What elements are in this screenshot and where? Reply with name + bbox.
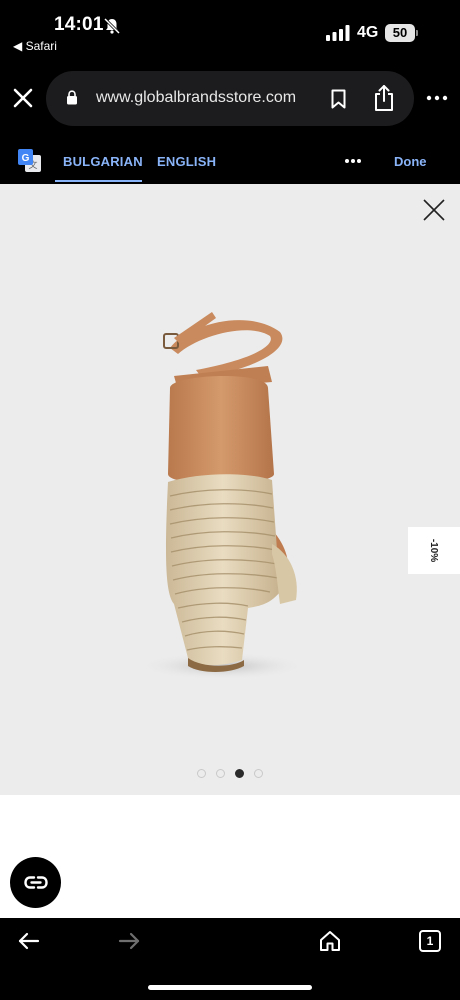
- share-icon[interactable]: [373, 84, 395, 112]
- tab-count-button[interactable]: 1: [419, 930, 441, 952]
- battery-tip: [416, 30, 418, 36]
- gallery-dot-3[interactable]: [235, 769, 244, 778]
- translate-more-icon[interactable]: [344, 158, 362, 164]
- gallery-dot-4[interactable]: [254, 769, 263, 778]
- gallery-close-icon[interactable]: [422, 198, 446, 222]
- network-type: 4G: [357, 24, 379, 41]
- chat-fab-button[interactable]: [10, 857, 61, 908]
- bell-muted-icon: [103, 17, 121, 35]
- discount-text: -10%: [428, 538, 440, 563]
- battery-level: 50: [385, 24, 415, 42]
- discount-badge-text-wrap: -10%: [408, 527, 460, 574]
- google-translate-icon: 文 G: [18, 149, 41, 172]
- battery-icon: 50: [385, 24, 418, 42]
- discount-badge[interactable]: -10%: [408, 527, 460, 574]
- bottom-toolbar: 1: [0, 918, 460, 1000]
- back-arrow-icon[interactable]: [18, 932, 40, 950]
- home-indicator: [148, 985, 312, 990]
- lock-icon: [67, 90, 77, 105]
- link-chain-icon: [24, 876, 48, 889]
- tab-english[interactable]: ENGLISH: [157, 154, 216, 169]
- bookmark-icon[interactable]: [330, 89, 347, 109]
- browser-window: 14:01 ◀ Safari 4G 50 www.globalbrandssto…: [0, 0, 460, 1000]
- cellular-signal-icon: [326, 25, 350, 41]
- gallery-dot-2[interactable]: [216, 769, 225, 778]
- product-image: [137, 312, 307, 680]
- product-gallery[interactable]: -10%: [0, 184, 460, 795]
- translate-done-button[interactable]: Done: [394, 154, 427, 169]
- gallery-dot-1[interactable]: [197, 769, 206, 778]
- svg-text:G: G: [22, 153, 30, 164]
- web-page: -10%: [0, 184, 460, 918]
- forward-arrow-icon[interactable]: [118, 932, 140, 950]
- home-icon[interactable]: [318, 930, 342, 952]
- gallery-pagination: [197, 769, 267, 779]
- status-bar: 14:01 ◀ Safari 4G 50: [0, 0, 460, 62]
- tab-bulgarian[interactable]: BULGARIAN: [63, 154, 143, 169]
- url-text[interactable]: www.globalbrandsstore.com: [96, 89, 296, 107]
- selected-tab-indicator: [55, 180, 142, 182]
- more-icon[interactable]: [426, 90, 448, 106]
- close-icon[interactable]: [12, 87, 34, 109]
- status-time: 14:01: [54, 14, 104, 35]
- back-to-safari-link[interactable]: ◀ Safari: [13, 39, 57, 53]
